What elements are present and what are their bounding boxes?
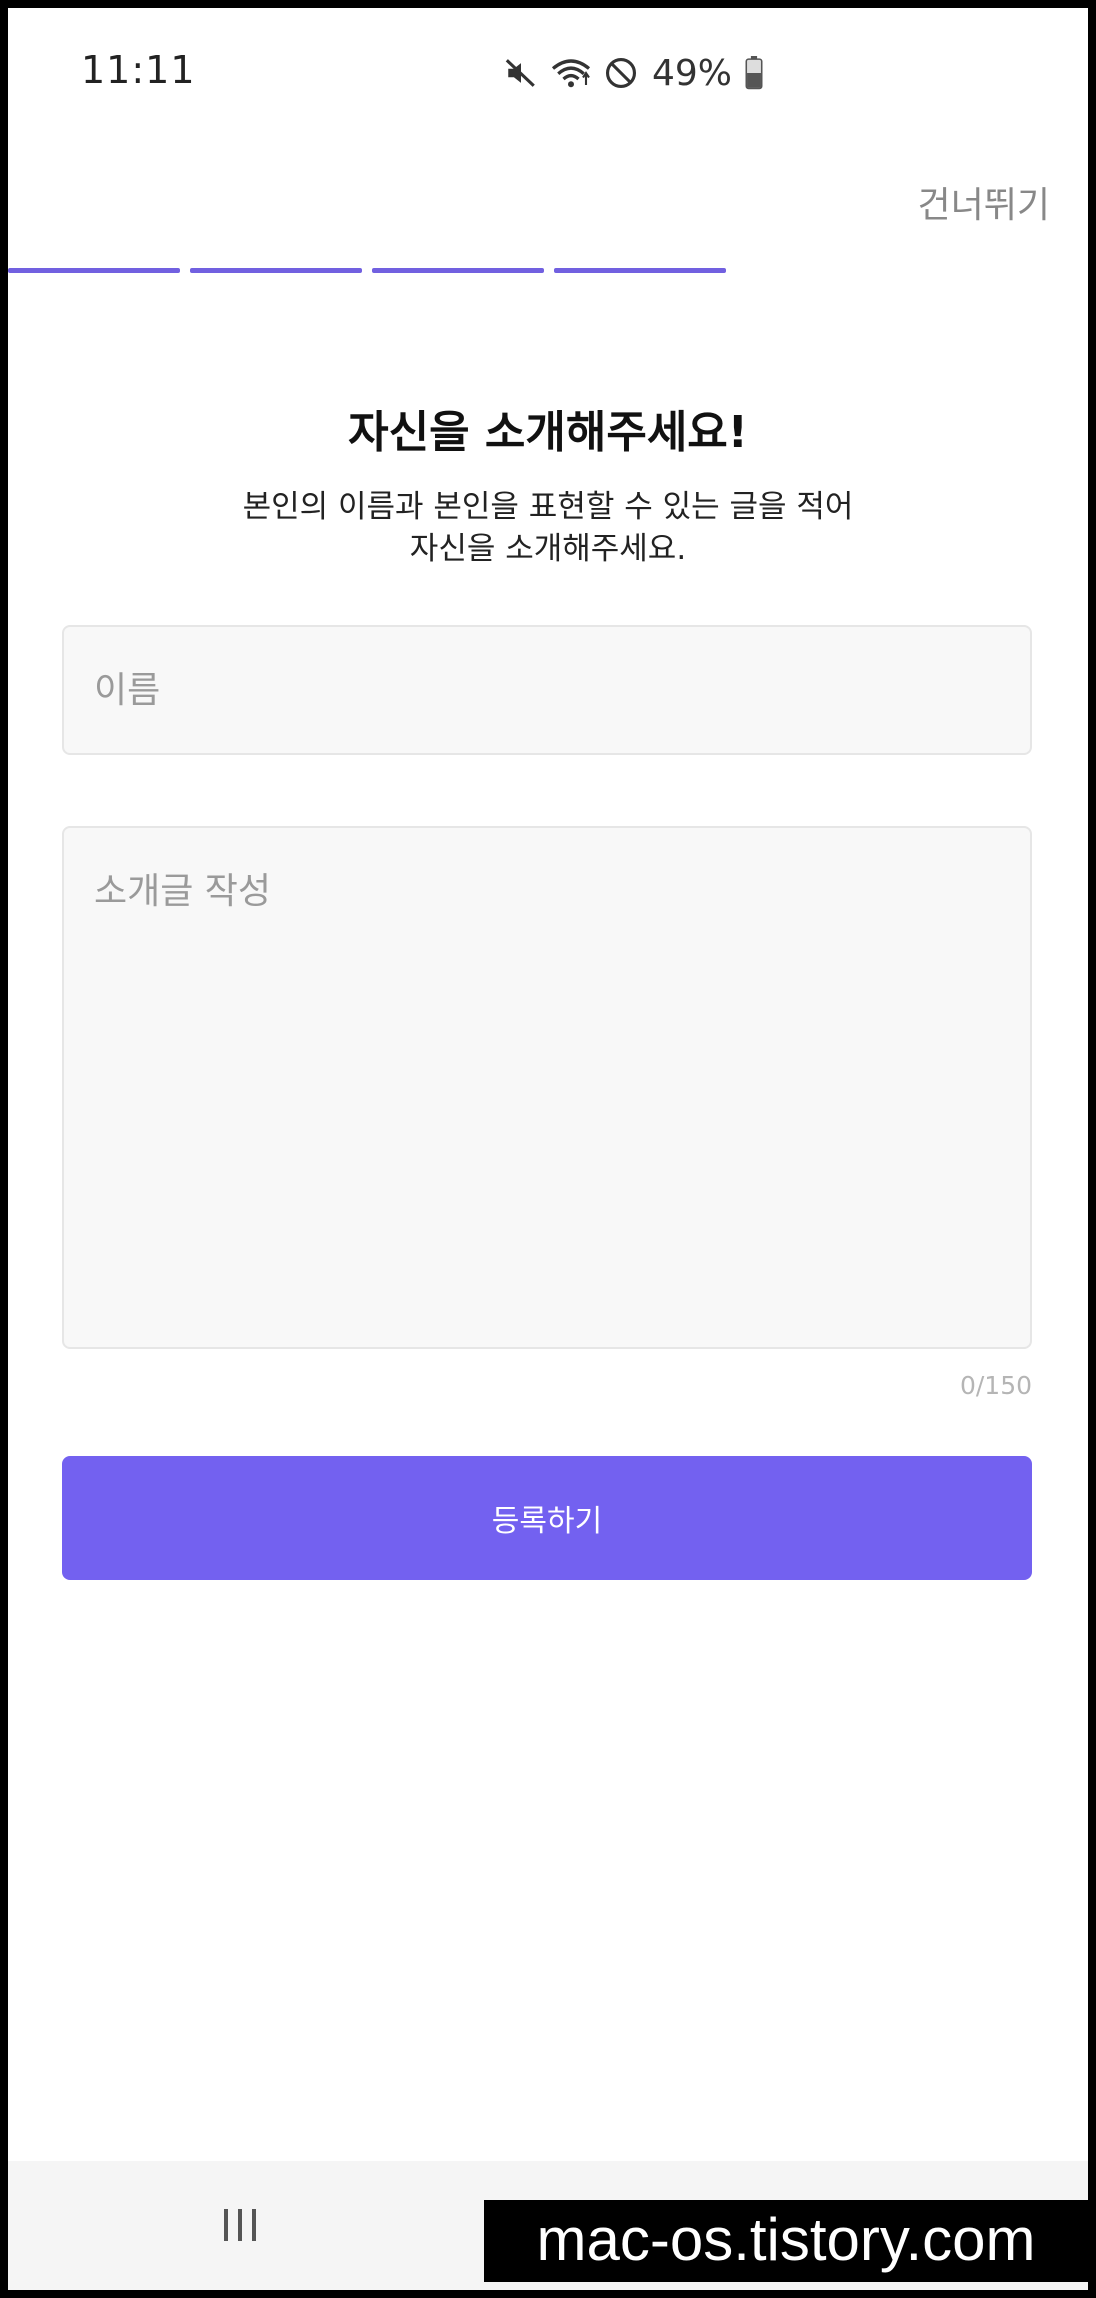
battery-icon bbox=[744, 56, 764, 90]
progress-indicator bbox=[8, 268, 726, 273]
register-button[interactable]: 등록하기 bbox=[62, 1456, 1032, 1580]
subtitle-line: 자신을 소개해주세요. bbox=[409, 531, 687, 567]
progress-segment bbox=[372, 268, 544, 273]
recent-apps-icon[interactable] bbox=[218, 2203, 262, 2247]
character-counter: 0/150 bbox=[959, 1371, 1032, 1400]
register-button-label: 등록하기 bbox=[491, 1504, 603, 1539]
do-not-disturb-icon bbox=[604, 56, 638, 90]
skip-button[interactable]: 건너뛰기 bbox=[918, 176, 1050, 228]
progress-segment bbox=[8, 268, 180, 273]
page-title: 자신을 소개해주세요! bbox=[348, 407, 748, 458]
watermark: mac-os.tistory.com bbox=[484, 2200, 1088, 2282]
mute-icon bbox=[504, 56, 538, 90]
status-icons: 49% bbox=[504, 48, 764, 98]
status-time: 11:11 bbox=[81, 48, 196, 92]
status-bar: 11:11 49% bbox=[8, 8, 1088, 128]
subtitle-line: 본인의 이름과 본인을 표현할 수 있는 글을 적어 bbox=[242, 489, 854, 525]
battery-percentage: 49% bbox=[652, 52, 733, 94]
phone-screen: 11:11 49% 건너뛰기 자신을 소개해주세요! 본인의 이름과 본인을 표… bbox=[8, 8, 1088, 2290]
progress-segment bbox=[554, 268, 726, 273]
page-subtitle: 본인의 이름과 본인을 표현할 수 있는 글을 적어 자신을 소개해주세요. bbox=[8, 486, 1088, 570]
progress-segment bbox=[190, 268, 362, 273]
introduction-textarea[interactable] bbox=[62, 826, 1032, 1349]
name-input[interactable] bbox=[62, 625, 1032, 755]
wifi-icon bbox=[550, 56, 592, 90]
